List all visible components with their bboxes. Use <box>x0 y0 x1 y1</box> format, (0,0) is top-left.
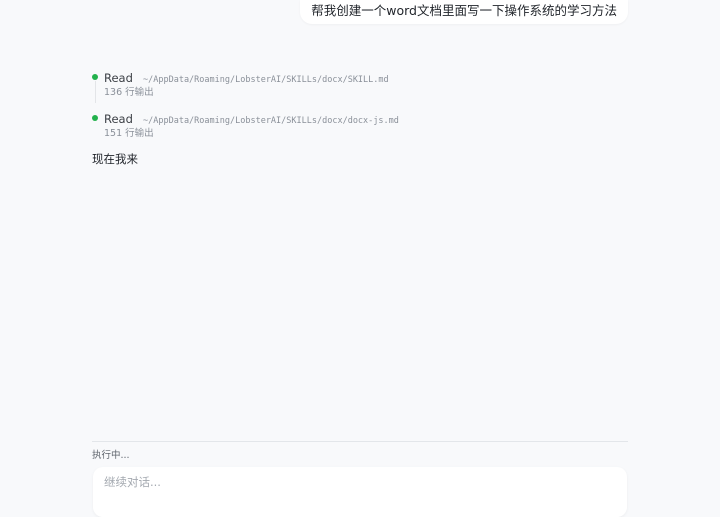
tool-name: Read <box>104 71 133 85</box>
tool-call-header: Read ~/AppData/Roaming/LobsterAI/SKILLs/… <box>104 109 628 127</box>
status-dot-icon <box>92 115 98 121</box>
assistant-message-text: 现在我来 <box>92 152 138 166</box>
tool-call-item[interactable]: Read ~/AppData/Roaming/LobsterAI/SKILLs/… <box>92 68 628 109</box>
status-dot-icon <box>92 74 98 80</box>
tool-call-header: Read ~/AppData/Roaming/LobsterAI/SKILLs/… <box>104 68 628 86</box>
tool-output-summary: 136 行输出 <box>104 87 154 98</box>
timeline-connector <box>95 81 96 103</box>
tool-name: Read <box>104 112 133 126</box>
tool-call-list: Read ~/AppData/Roaming/LobsterAI/SKILLs/… <box>92 68 628 150</box>
execution-status-text: 执行中... <box>92 450 130 461</box>
user-message-bubble: 帮我创建一个word文档里面写一下操作系统的学习方法 <box>300 0 628 24</box>
user-message-text: 帮我创建一个word文档里面写一下操作系统的学习方法 <box>311 3 617 18</box>
tool-call-item[interactable]: Read ~/AppData/Roaming/LobsterAI/SKILLs/… <box>92 109 628 150</box>
tool-file-path: ~/AppData/Roaming/LobsterAI/SKILLs/docx/… <box>143 116 399 126</box>
tool-file-path: ~/AppData/Roaming/LobsterAI/SKILLs/docx/… <box>143 75 389 85</box>
chat-input[interactable] <box>104 475 604 489</box>
composer-divider <box>92 441 628 442</box>
chat-input-box[interactable] <box>93 467 627 517</box>
tool-output-summary: 151 行输出 <box>104 128 154 139</box>
